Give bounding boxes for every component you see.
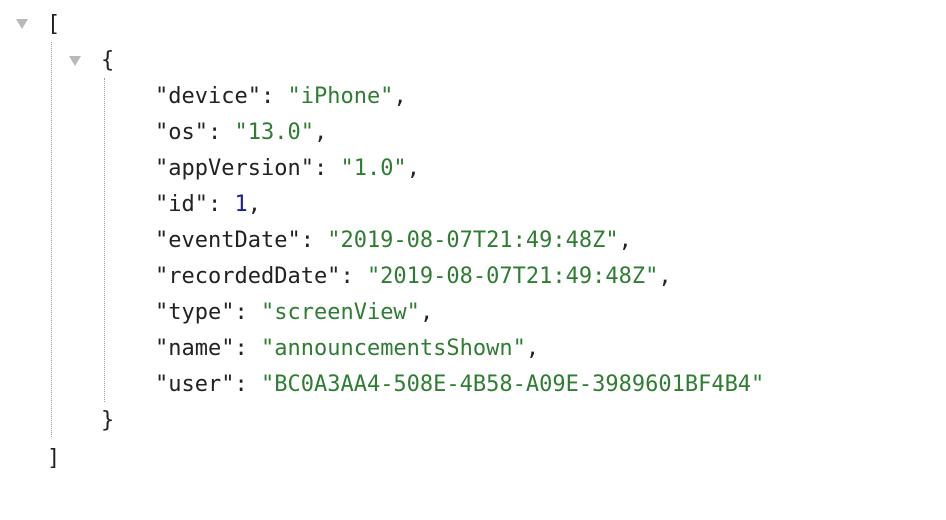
json-key: "recordedDate" bbox=[155, 264, 341, 289]
json-colon: : bbox=[234, 372, 261, 397]
json-string-value: "13.0" bbox=[234, 120, 314, 145]
object-collapse-toggle-icon[interactable] bbox=[69, 56, 81, 66]
json-entry-row: "user": "BC0A3AA4-508E-4B58-A09E-3989601… bbox=[155, 372, 764, 398]
json-comma: , bbox=[406, 156, 420, 181]
json-colon: : bbox=[313, 156, 341, 181]
array-indent-guide bbox=[51, 42, 52, 437]
json-key: "appVersion" bbox=[155, 156, 314, 181]
json-string-value: "announcementsShown" bbox=[260, 336, 526, 361]
json-key: "name" bbox=[155, 336, 235, 361]
json-comma: , bbox=[247, 192, 261, 217]
json-colon: : bbox=[300, 228, 328, 253]
json-key: "eventDate" bbox=[155, 228, 301, 253]
json-comma: , bbox=[525, 336, 540, 361]
json-string-value: "BC0A3AA4-508E-4B58-A09E-3989601BF4B4" bbox=[260, 372, 765, 397]
json-entry-row: "eventDate": "2019-08-07T21:49:48Z", bbox=[155, 228, 632, 254]
json-colon: : bbox=[234, 300, 261, 325]
array-close-bracket: ] bbox=[47, 446, 61, 471]
json-colon: : bbox=[234, 336, 261, 361]
json-comma: , bbox=[618, 228, 632, 253]
json-entry-row: "device": "iPhone", bbox=[155, 84, 407, 110]
object-indent-guide bbox=[104, 78, 105, 402]
array-open-bracket: [ bbox=[47, 12, 61, 37]
json-entry-row: "name": "announcementsShown", bbox=[155, 336, 539, 362]
json-entry-row: "id": 1, bbox=[155, 192, 261, 218]
json-comma: , bbox=[313, 120, 328, 145]
object-close-brace: } bbox=[101, 408, 115, 433]
json-entry-row: "appVersion": "1.0", bbox=[155, 156, 420, 182]
json-comma: , bbox=[419, 300, 434, 325]
json-comma: , bbox=[658, 264, 672, 289]
json-string-value: "screenView" bbox=[260, 300, 420, 325]
json-string-value: "2019-08-07T21:49:48Z" bbox=[366, 264, 659, 289]
json-entry-row: "recordedDate": "2019-08-07T21:49:48Z", bbox=[155, 264, 672, 290]
json-colon: : bbox=[207, 192, 235, 217]
json-colon: : bbox=[340, 264, 367, 289]
json-string-value: "1.0" bbox=[340, 156, 407, 181]
json-key: "user" bbox=[155, 372, 235, 397]
json-string-value: "2019-08-07T21:49:48Z" bbox=[327, 228, 619, 253]
json-key: "id" bbox=[155, 192, 208, 217]
json-comma: , bbox=[393, 84, 407, 109]
array-collapse-toggle-icon[interactable] bbox=[16, 19, 28, 29]
json-entry-row: "os": "13.0", bbox=[155, 120, 327, 146]
json-colon: : bbox=[207, 120, 235, 145]
json-entry-row: "type": "screenView", bbox=[155, 300, 433, 326]
object-open-brace: { bbox=[101, 48, 115, 73]
json-colon: : bbox=[260, 84, 288, 109]
json-string-value: "iPhone" bbox=[287, 84, 394, 109]
json-key: "type" bbox=[155, 300, 235, 325]
json-number-value: 1 bbox=[234, 192, 248, 217]
json-key: "os" bbox=[155, 120, 208, 145]
json-key: "device" bbox=[155, 84, 261, 109]
